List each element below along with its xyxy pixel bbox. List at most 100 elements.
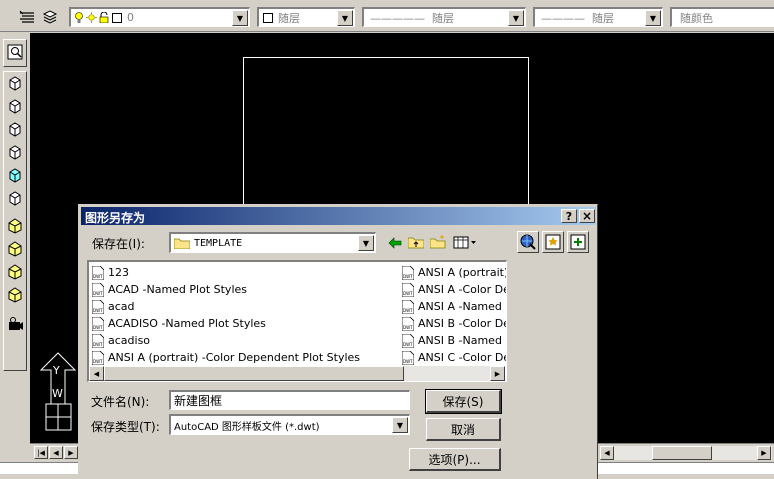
ucs-w-label: W <box>52 387 63 400</box>
svg-text:DWT: DWT <box>403 274 413 279</box>
dwt-file-icon: DWT <box>92 333 104 348</box>
layer-previous-icon[interactable] <box>41 8 59 26</box>
chevron-down-icon[interactable]: ▼ <box>508 10 524 26</box>
se-iso-view-icon[interactable] <box>5 239 25 259</box>
chevron-down-icon[interactable]: ▼ <box>358 235 374 251</box>
list-item[interactable]: DWT ANSI A (portrait) -Color Dependent Pl… <box>92 349 397 366</box>
find-file-icon <box>570 234 586 250</box>
lineweight-value: ———— 随层 <box>541 11 614 25</box>
dwt-file-icon: DWT <box>92 316 104 331</box>
color-dropdown[interactable]: 随层 ▼ <box>257 7 355 27</box>
dwt-file-icon: DWT <box>402 282 414 297</box>
dwt-file-icon: DWT <box>402 333 414 348</box>
svg-text:DWT: DWT <box>93 342 103 347</box>
locate-button[interactable] <box>542 231 564 253</box>
help-button[interactable]: ? <box>561 209 577 223</box>
dwt-file-icon: DWT <box>402 350 414 365</box>
first-tab-button[interactable]: |◀ <box>34 446 48 459</box>
filename-input[interactable]: 新建图框 <box>169 390 410 410</box>
scroll-right-button[interactable]: ▶ <box>490 366 505 381</box>
save-in-dropdown[interactable]: TEMPLATE ▼ <box>169 232 376 253</box>
color-value: 随层 <box>278 11 300 25</box>
drawing-rectangle <box>243 57 529 212</box>
camera-icon[interactable] <box>5 314 25 334</box>
left-view-icon[interactable] <box>5 119 25 139</box>
linetype-value: ————— 随层 <box>370 11 454 25</box>
chevron-down-icon[interactable]: ▼ <box>645 10 661 26</box>
bottom-view-icon[interactable] <box>5 96 25 116</box>
up-folder-icon[interactable] <box>407 233 425 251</box>
named-views-icon[interactable] <box>5 42 25 62</box>
filename-label: 文件名(N): <box>91 395 150 409</box>
list-item[interactable]: DWT ACADISO -Named Plot Styles <box>92 315 397 332</box>
list-item[interactable]: DWT acad <box>92 298 397 315</box>
filename-value: 新建图框 <box>174 394 223 408</box>
filetype-label: 保存类型(T): <box>91 420 160 434</box>
linetype-dropdown[interactable]: ————— 随层 ▼ <box>362 7 526 27</box>
right-view-icon[interactable] <box>5 142 25 162</box>
plotstyle-dropdown[interactable]: 随颜色 <box>670 7 774 27</box>
dwt-file-icon: DWT <box>402 265 414 280</box>
find-file-button[interactable] <box>567 231 589 253</box>
ucs-y-label: Y <box>53 364 60 377</box>
filetype-dropdown[interactable]: AutoCAD 图形样板文件 (*.dwt) ▼ <box>169 414 410 435</box>
horizontal-scrollbar[interactable]: ◀ ▶ <box>600 446 772 460</box>
list-item[interactable]: DWT ACAD -Named Plot Styles <box>92 281 397 298</box>
list-item[interactable]: DWT ANSI A (portrait) - <box>402 264 506 281</box>
svg-text:DWT: DWT <box>403 291 413 296</box>
new-folder-icon[interactable] <box>429 233 447 251</box>
lineweight-dropdown[interactable]: ———— 随层 ▼ <box>533 7 663 27</box>
list-item[interactable]: DWT acadiso <box>92 332 397 349</box>
back-view-icon[interactable] <box>5 188 25 208</box>
search-web-button[interactable] <box>517 231 539 253</box>
lightbulb-icon <box>74 11 84 24</box>
prev-tab-button[interactable]: ◀ <box>49 446 63 459</box>
chevron-down-icon[interactable]: ▼ <box>232 10 248 26</box>
list-item[interactable]: DWTANSI A -Named Plo <box>402 298 506 315</box>
save-button[interactable]: 保存(S) <box>425 389 502 414</box>
layer-dropdown[interactable]: 0 ▼ <box>69 7 250 27</box>
ne-iso-view-icon[interactable] <box>5 262 25 282</box>
plotstyle-value: 随颜色 <box>680 11 713 25</box>
cancel-button[interactable]: 取消 <box>426 418 501 441</box>
svg-text:DWT: DWT <box>403 308 413 313</box>
next-tab-button[interactable]: ▶ <box>64 446 78 459</box>
layer-manager-icon[interactable] <box>18 8 36 26</box>
sw-iso-view-icon[interactable] <box>5 216 25 236</box>
properties-toolbar: 0 ▼ 随层 ▼ ————— 随层 ▼ ———— 随层 ▼ 随颜色 <box>0 0 774 32</box>
save-as-dialog: 图形另存为 ? × 保存在(I): TEMPLATE ▼ DWT 123 DWT A… <box>78 204 598 479</box>
options-button[interactable]: 选项(P)... <box>409 448 501 471</box>
dwt-file-icon: DWT <box>92 299 104 314</box>
globe-search-icon <box>520 234 536 250</box>
svg-text:DWT: DWT <box>403 342 413 347</box>
front-view-icon[interactable] <box>5 165 25 185</box>
list-item[interactable]: DWT 123 <box>92 264 397 281</box>
file-list-column-1: DWT 123 DWT ACAD -Named Plot Styles DWT aca… <box>92 264 397 366</box>
file-list-scrollbar[interactable]: ◀ ▶ <box>89 366 505 381</box>
chevron-down-icon[interactable]: ▼ <box>392 417 408 433</box>
scroll-left-button[interactable]: ◀ <box>89 366 104 381</box>
scroll-thumb[interactable] <box>104 366 404 381</box>
find-star-icon <box>545 234 561 250</box>
nw-iso-view-icon[interactable] <box>5 285 25 305</box>
dwt-file-icon: DWT <box>402 316 414 331</box>
folder-icon <box>174 237 190 249</box>
list-item[interactable]: DWTANSI B -Color Dep <box>402 315 506 332</box>
close-button[interactable]: × <box>579 209 595 223</box>
view-menu-icon[interactable] <box>452 233 478 251</box>
svg-text:DWT: DWT <box>93 359 103 364</box>
dwt-file-icon: DWT <box>92 282 104 297</box>
color-swatch-icon <box>112 12 122 23</box>
list-item[interactable]: DWTANSI B -Named Plo <box>402 332 506 349</box>
list-item[interactable]: DWTANSI C -Color Dep <box>402 349 506 366</box>
svg-text:DWT: DWT <box>93 308 103 313</box>
svg-text:DWT: DWT <box>93 274 103 279</box>
dialog-title-bar[interactable]: 图形另存为 ? × <box>81 207 596 225</box>
chevron-down-icon[interactable]: ▼ <box>337 10 353 26</box>
list-item[interactable]: DWTANSI A -Color Dep <box>402 281 506 298</box>
top-view-icon[interactable] <box>5 73 25 93</box>
back-arrow-icon[interactable] <box>386 234 404 252</box>
file-list[interactable]: DWT 123 DWT ACAD -Named Plot Styles DWT aca… <box>87 260 507 382</box>
color-swatch-icon <box>263 12 273 23</box>
dialog-title: 图形另存为 <box>85 211 146 225</box>
